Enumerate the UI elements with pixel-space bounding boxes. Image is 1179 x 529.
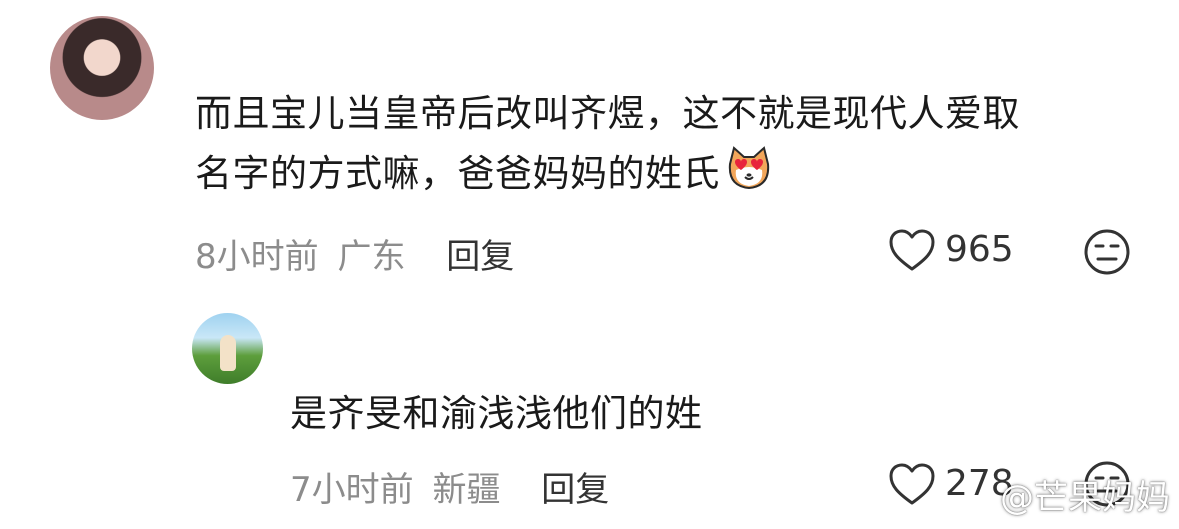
- meh-face-icon: [1084, 229, 1130, 275]
- reply-location: 新疆: [432, 470, 501, 510]
- heart-icon: [889, 463, 935, 505]
- comment-meta: 8小时前 广东 回复: [195, 229, 514, 278]
- heart-icon: [889, 229, 935, 271]
- dislike-button[interactable]: [1083, 228, 1131, 276]
- comment-location: 广东: [337, 237, 406, 277]
- reply-avatar[interactable]: [192, 313, 263, 384]
- reply-reply-button[interactable]: 回复: [541, 470, 609, 510]
- comment-time: 8小时前: [195, 237, 319, 277]
- comment-line-2-text: 名字的方式嘛，爸爸妈妈的姓氏: [195, 152, 720, 195]
- reply-button[interactable]: 回复: [446, 237, 514, 277]
- reply-text: 是齐旻和渝浅浅他们的姓: [290, 392, 703, 435]
- like-button[interactable]: [888, 228, 936, 272]
- avatar[interactable]: [50, 16, 154, 120]
- heart-eyes-cat-emoji-icon: [724, 144, 774, 194]
- reply-time: 7小时前: [290, 470, 414, 510]
- comment-line-1: 而且宝儿当皇帝后改叫齐煜，这不就是现代人爱取: [195, 92, 1020, 135]
- comment-line-2: 名字的方式嘛，爸爸妈妈的姓氏: [195, 144, 1020, 204]
- like-count: 965: [945, 229, 1014, 270]
- reply-meta: 7小时前 新疆 回复: [290, 462, 609, 511]
- watermark: @芒果妈妈: [1000, 478, 1170, 518]
- reply-like-button[interactable]: [888, 462, 936, 506]
- comment-text: 而且宝儿当皇帝后改叫齐煜，这不就是现代人爱取 名字的方式嘛，爸爸妈妈的姓氏: [195, 84, 1020, 204]
